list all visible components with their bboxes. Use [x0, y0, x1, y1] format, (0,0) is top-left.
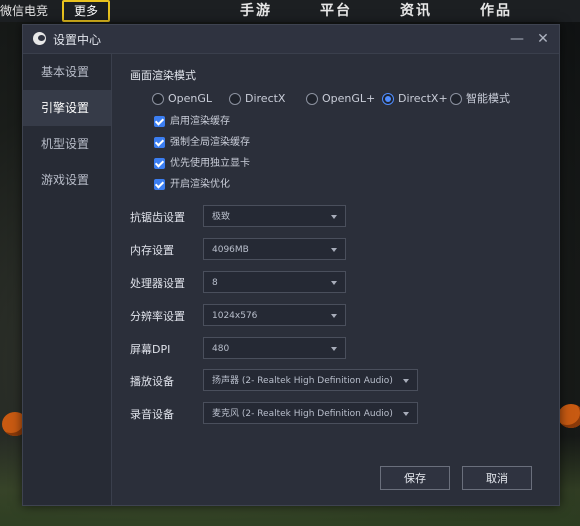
chevron-down-icon	[331, 347, 337, 351]
recording-device-select[interactable]: 麦克风 (2- Realtek High Definition Audio)	[203, 402, 418, 424]
radio-icon	[306, 93, 318, 105]
memory-select[interactable]: 4096MB	[203, 238, 346, 260]
resolution-label: 分辨率设置	[130, 310, 185, 323]
checkbox-checked-icon	[154, 116, 165, 127]
chevron-down-icon	[403, 412, 409, 416]
antialias-select[interactable]: 极致	[203, 205, 346, 227]
recording-device-value: 麦克风 (2- Realtek High Definition Audio)	[212, 409, 393, 419]
playback-device-value: 扬声器 (2- Realtek High Definition Audio)	[212, 376, 393, 386]
radio-selected-icon	[382, 93, 394, 105]
background-wechat-esports-label: 微信电竞	[0, 4, 49, 18]
sidebar-item-basic[interactable]: 基本设置	[23, 54, 111, 90]
settings-sidebar: 基本设置 引擎设置 机型设置 游戏设置	[23, 54, 112, 505]
checkbox-checked-icon	[154, 158, 165, 169]
playback-device-label: 播放设备	[130, 375, 174, 388]
minimize-button[interactable]: —	[507, 29, 527, 49]
background-tab[interactable]: 作品	[480, 3, 512, 19]
playback-device-select[interactable]: 扬声器 (2- Realtek High Definition Audio)	[203, 369, 418, 391]
background-tab[interactable]: 手游	[240, 3, 272, 19]
screen-dpi-value: 480	[212, 344, 230, 354]
radio-icon	[229, 93, 241, 105]
processor-value: 8	[212, 278, 218, 288]
cancel-button[interactable]: 取消	[462, 466, 532, 490]
background-more-button[interactable]: 更多	[62, 0, 110, 22]
recording-device-label: 录音设备	[130, 408, 174, 421]
sidebar-item-game[interactable]: 游戏设置	[23, 162, 111, 198]
sidebar-item-engine[interactable]: 引擎设置	[23, 90, 111, 126]
screen-dpi-label: 屏幕DPI	[130, 343, 171, 356]
settings-dialog: 设置中心 — ✕ 基本设置 引擎设置 机型设置 游戏设置 画面渲染模式 Open…	[22, 24, 560, 506]
close-button[interactable]: ✕	[533, 29, 553, 49]
background-pumpkin-image	[558, 404, 580, 428]
memory-label: 内存设置	[130, 244, 174, 257]
app-logo-icon	[33, 32, 46, 45]
background-tab[interactable]: 平台	[320, 3, 352, 19]
save-button[interactable]: 保存	[380, 466, 450, 490]
resolution-select[interactable]: 1024x576	[203, 304, 346, 326]
memory-value: 4096MB	[212, 245, 249, 255]
chevron-down-icon	[331, 248, 337, 252]
chevron-down-icon	[331, 281, 337, 285]
engine-settings-panel: 画面渲染模式 OpenGL DirectX OpenGL+ DirectX+ 智…	[112, 54, 559, 505]
dialog-title: 设置中心	[53, 33, 102, 47]
checkbox-checked-icon	[154, 179, 165, 190]
radio-icon	[152, 93, 164, 105]
dialog-title-bar[interactable]: 设置中心 — ✕	[23, 25, 559, 54]
screen-dpi-select[interactable]: 480	[203, 337, 346, 359]
processor-select[interactable]: 8	[203, 271, 346, 293]
render-mode-title: 画面渲染模式	[130, 69, 196, 82]
background-tab[interactable]: 资讯	[400, 3, 432, 19]
processor-label: 处理器设置	[130, 277, 185, 290]
antialias-value: 极致	[212, 212, 231, 222]
chevron-down-icon	[403, 379, 409, 383]
antialias-label: 抗锯齿设置	[130, 211, 185, 224]
radio-icon	[450, 93, 462, 105]
background-tabs: 手游 平台 资讯 作品	[240, 0, 560, 20]
resolution-value: 1024x576	[212, 311, 258, 321]
sidebar-item-device-model[interactable]: 机型设置	[23, 126, 111, 162]
chevron-down-icon	[331, 215, 337, 219]
checkbox-checked-icon	[154, 137, 165, 148]
chevron-down-icon	[331, 314, 337, 318]
